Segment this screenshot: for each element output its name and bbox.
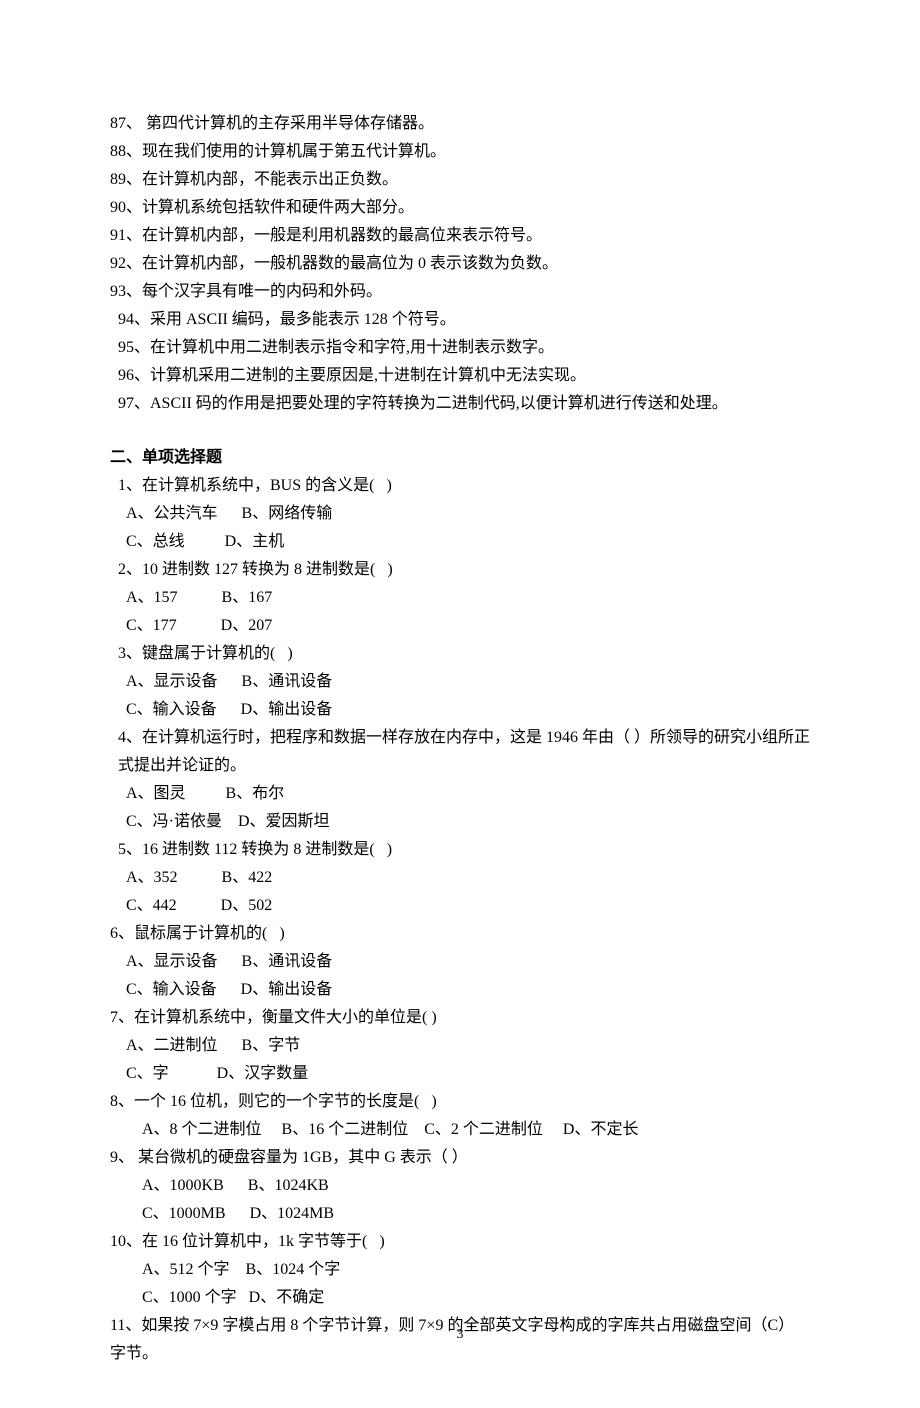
mc-q4-row2: C、冯·诺依曼 D、爱因斯坦 bbox=[110, 808, 810, 836]
mc-q3-row1: A、显示设备 B、通讯设备 bbox=[110, 668, 810, 696]
tf-q91: 91、在计算机内部，一般是利用机器数的最高位来表示符号。 bbox=[110, 222, 810, 250]
mc-q1-row2: C、总线 D、主机 bbox=[110, 528, 810, 556]
tf-q92: 92、在计算机内部，一般机器数的最高位为 0 表示该数为负数。 bbox=[110, 250, 810, 278]
mc-q9-row2: C、1000MB D、1024MB bbox=[110, 1200, 810, 1228]
mc-q6-row2: C、输入设备 D、输出设备 bbox=[110, 976, 810, 1004]
tf-q87: 87、 第四代计算机的主存采用半导体存储器。 bbox=[110, 110, 810, 138]
mc-q7-stem: 7、在计算机系统中，衡量文件大小的单位是( ) bbox=[110, 1004, 810, 1032]
mc-q10-row2: C、1000 个字 D、不确定 bbox=[110, 1284, 810, 1312]
tf-q96: 96、计算机采用二进制的主要原因是,十进制在计算机中无法实现。 bbox=[110, 362, 810, 390]
mc-q7-row2: C、字 D、汉字数量 bbox=[110, 1060, 810, 1088]
tf-q97: 97、ASCII 码的作用是把要处理的字符转换为二进制代码,以便计算机进行传送和… bbox=[110, 390, 810, 418]
mc-q3-row2: C、输入设备 D、输出设备 bbox=[110, 696, 810, 724]
mc-q5-stem: 5、16 进制数 112 转换为 8 进制数是( ) bbox=[110, 836, 810, 864]
document-page: 87、 第四代计算机的主存采用半导体存储器。 88、现在我们使用的计算机属于第五… bbox=[0, 0, 920, 1408]
mc-q9-stem: 9、 某台微机的硬盘容量为 1GB，其中 G 表示（ ） bbox=[110, 1144, 810, 1172]
mc-q4-row1: A、图灵 B、布尔 bbox=[110, 780, 810, 808]
mc-q5-row1: A、352 B、422 bbox=[110, 864, 810, 892]
page-number: 3 bbox=[0, 1323, 920, 1348]
mc-q3-stem: 3、键盘属于计算机的( ) bbox=[110, 640, 810, 668]
mc-q2-row1: A、157 B、167 bbox=[110, 584, 810, 612]
mc-q5-row2: C、442 D、502 bbox=[110, 892, 810, 920]
section-2-title: 二、单项选择题 bbox=[110, 444, 810, 472]
tf-q95: 95、在计算机中用二进制表示指令和字符,用十进制表示数字。 bbox=[110, 334, 810, 362]
tf-q93: 93、每个汉字具有唯一的内码和外码。 bbox=[110, 278, 810, 306]
mc-q2-row2: C、177 D、207 bbox=[110, 612, 810, 640]
mc-q9-row1: A、1000KB B、1024KB bbox=[110, 1172, 810, 1200]
mc-q2-stem: 2、10 进制数 127 转换为 8 进制数是( ) bbox=[110, 556, 810, 584]
mc-q8-row1: A、8 个二进制位 B、16 个二进制位 C、2 个二进制位 D、不定长 bbox=[110, 1116, 810, 1144]
mc-q4-stem: 4、在计算机运行时，把程序和数据一样存放在内存中，这是 1946 年由（ ）所领… bbox=[110, 724, 810, 780]
tf-q89: 89、在计算机内部，不能表示出正负数。 bbox=[110, 166, 810, 194]
tf-q94: 94、采用 ASCII 编码，最多能表示 128 个符号。 bbox=[110, 306, 810, 334]
mc-q8-stem: 8、一个 16 位机，则它的一个字节的长度是( ) bbox=[110, 1088, 810, 1116]
mc-q10-stem: 10、在 16 位计算机中，1k 字节等于( ) bbox=[110, 1228, 810, 1256]
mc-q7-row1: A、二进制位 B、字节 bbox=[110, 1032, 810, 1060]
mc-q6-row1: A、显示设备 B、通讯设备 bbox=[110, 948, 810, 976]
tf-q90: 90、计算机系统包括软件和硬件两大部分。 bbox=[110, 194, 810, 222]
mc-q1-stem: 1、在计算机系统中，BUS 的含义是( ) bbox=[110, 472, 810, 500]
tf-q88: 88、现在我们使用的计算机属于第五代计算机。 bbox=[110, 138, 810, 166]
mc-q1-row1: A、公共汽车 B、网络传输 bbox=[110, 500, 810, 528]
mc-q6-stem: 6、鼠标属于计算机的( ) bbox=[110, 920, 810, 948]
mc-q10-row1: A、512 个字 B、1024 个字 bbox=[110, 1256, 810, 1284]
